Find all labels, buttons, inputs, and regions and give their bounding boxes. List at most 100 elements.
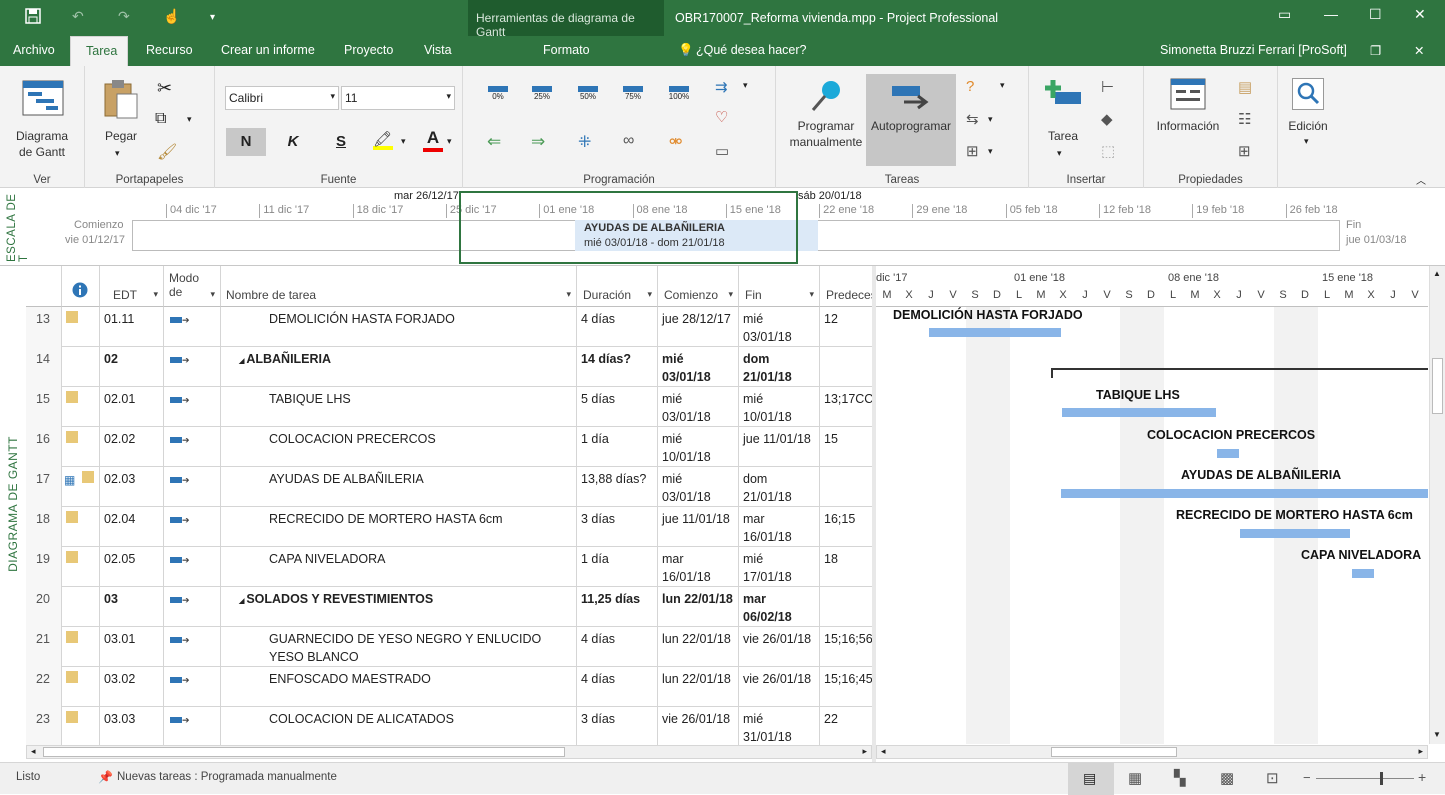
mode-cell[interactable]: ➔: [164, 507, 221, 547]
highlight-color-icon[interactable]: 🖍: [373, 130, 397, 154]
predecessors-cell[interactable]: [820, 587, 872, 627]
finish-cell[interactable]: vie 26/01/18: [739, 627, 820, 667]
row-id[interactable]: 17: [26, 467, 62, 507]
table-row[interactable]: 16 02.02 ➔ COLOCACION PRECERCOS 1 día mié 10/…: [26, 427, 872, 467]
copy-icon[interactable]: ⧉: [155, 110, 166, 128]
start-cell[interactable]: mié 03/01/18: [658, 387, 739, 427]
row-id[interactable]: 21: [26, 627, 62, 667]
details-icon[interactable]: ☷: [1238, 110, 1251, 128]
task-name-cell[interactable]: RECRECIDO DE MORTERO HASTA 6cm: [221, 507, 577, 547]
notes-icon[interactable]: ▤: [1238, 78, 1252, 96]
finish-cell[interactable]: mié 31/01/18: [739, 707, 820, 747]
resource-sheet-shortcut-icon[interactable]: ▩: [1220, 769, 1234, 787]
row-id[interactable]: 15: [26, 387, 62, 427]
indicators-cell[interactable]: [62, 547, 100, 587]
pct-100-icon[interactable]: 100%: [666, 86, 692, 108]
auto-schedule-button[interactable]: Autoprogramar: [866, 74, 956, 166]
new-tasks-mode[interactable]: Nuevas tareas : Programada manualmente: [117, 771, 337, 783]
finish-cell[interactable]: mié 17/01/18: [739, 547, 820, 587]
highlight-dropdown-icon[interactable]: ▾: [401, 136, 406, 147]
edt-cell[interactable]: 03.03: [100, 707, 164, 747]
finish-cell[interactable]: dom 21/01/18: [739, 467, 820, 507]
sheet-horizontal-scrollbar[interactable]: ◂ ▸: [26, 745, 872, 759]
start-cell[interactable]: mié 03/01/18: [658, 347, 739, 387]
zoom-slider[interactable]: [1316, 778, 1414, 779]
mode-cell[interactable]: ➔: [164, 667, 221, 707]
edt-cell[interactable]: 02.04: [100, 507, 164, 547]
duration-cell[interactable]: 4 días: [577, 667, 658, 707]
report-shortcut-icon[interactable]: ⊡: [1266, 769, 1279, 787]
duration-cell[interactable]: 13,88 días?: [577, 467, 658, 507]
font-color-dropdown-icon[interactable]: ▾: [447, 136, 452, 147]
indicators-cell[interactable]: [62, 387, 100, 427]
start-cell[interactable]: mar 16/01/18: [658, 547, 739, 587]
add-timeline-icon[interactable]: ⊞: [1238, 142, 1251, 160]
indicators-cell[interactable]: [62, 507, 100, 547]
table-row[interactable]: 22 03.02 ➔ ENFOSCADO MAESTRADO 4 días lun 22/…: [26, 667, 872, 707]
summary-bar[interactable]: [1051, 368, 1428, 370]
zoom-out-icon[interactable]: −: [1303, 770, 1311, 785]
editing-dropdown-icon[interactable]: ▾: [1304, 136, 1309, 147]
zoom-slider-thumb[interactable]: [1380, 772, 1383, 785]
mode-cell[interactable]: ➔: [164, 347, 221, 387]
outdent-icon[interactable]: ⇐: [487, 132, 501, 152]
duration-cell[interactable]: 1 día: [577, 547, 658, 587]
mode-header[interactable]: Modo de ▾: [164, 266, 221, 307]
deliverable-icon[interactable]: ⬚: [1101, 142, 1115, 160]
maximize-icon[interactable]: ☐: [1369, 6, 1382, 23]
start-cell[interactable]: jue 11/01/18: [658, 507, 739, 547]
indicators-cell[interactable]: [62, 427, 100, 467]
move-task-icon[interactable]: ⇆: [966, 110, 979, 128]
gantt-task-bar[interactable]: [929, 328, 1061, 337]
select-all-corner[interactable]: [26, 266, 62, 307]
touch-mode-icon[interactable]: ☝: [163, 8, 180, 25]
task-name-cell[interactable]: ENFOSCADO MAESTRADO: [221, 667, 577, 707]
mode-cell[interactable]: ➔: [164, 427, 221, 467]
task-name-header[interactable]: Nombre de tarea ▾: [221, 266, 577, 307]
indicators-cell[interactable]: [62, 707, 100, 747]
edt-cell[interactable]: 02.01: [100, 387, 164, 427]
cut-icon[interactable]: ✂: [157, 78, 172, 99]
task-name-cell[interactable]: ◢ SOLADOS Y REVESTIMIENTOS: [221, 587, 577, 627]
font-name-select[interactable]: Calibri ▾: [225, 86, 339, 110]
minimize-icon[interactable]: —: [1324, 6, 1338, 22]
close-icon[interactable]: ✕: [1414, 6, 1426, 23]
timeline[interactable]: ESCALA DE T Comienzo vie 01/12/17 Fin ju…: [0, 188, 1445, 266]
mode-cell[interactable]: ➔: [164, 387, 221, 427]
table-row[interactable]: 17 ▦ 02.03 ➔ AYUDAS DE ALBAÑILERIA 13,88 días…: [26, 467, 872, 507]
row-id[interactable]: 22: [26, 667, 62, 707]
task-name-cell[interactable]: DEMOLICIÓN HASTA FORJADO: [221, 307, 577, 347]
tab-vista[interactable]: Vista: [424, 43, 452, 57]
task-name-cell[interactable]: AYUDAS DE ALBAÑILERIA: [221, 467, 577, 507]
task-name-cell[interactable]: CAPA NIVELADORA: [221, 547, 577, 587]
gantt-chart[interactable]: dic '17 01 ene '18 08 ene '18 15 ene '18 M X…: [876, 266, 1428, 744]
table-row[interactable]: 14 02 ➔ ◢ ALBAÑILERIA 14 días? mié 03/01/18 do…: [26, 347, 872, 387]
mode-cell[interactable]: ➔: [164, 627, 221, 667]
start-cell[interactable]: mié 03/01/18: [658, 467, 739, 507]
predecessors-cell[interactable]: [820, 467, 872, 507]
mode-cell[interactable]: ➔: [164, 467, 221, 507]
user-name[interactable]: Simonetta Bruzzi Ferrari [ProSoft]: [1160, 43, 1347, 57]
edt-cell[interactable]: 02.02: [100, 427, 164, 467]
start-cell[interactable]: lun 22/01/18: [658, 667, 739, 707]
customize-qat-icon[interactable]: ▾: [210, 12, 215, 23]
task-name-cell[interactable]: TABIQUE LHS: [221, 387, 577, 427]
table-row[interactable]: 15 02.01 ➔ TABIQUE LHS 5 días mié 03/01/18 mié…: [26, 387, 872, 427]
table-row[interactable]: 19 02.05 ➔ CAPA NIVELADORA 1 día mar 16/01/18…: [26, 547, 872, 587]
row-id[interactable]: 14: [26, 347, 62, 387]
start-header[interactable]: Comienzo ▾: [658, 266, 739, 307]
edt-cell[interactable]: 03: [100, 587, 164, 627]
gantt-task-bar[interactable]: [1062, 408, 1216, 417]
duration-cell[interactable]: 14 días?: [577, 347, 658, 387]
help-search[interactable]: ¿Qué desea hacer?: [696, 43, 807, 57]
predecessors-cell[interactable]: 13;17CC: [820, 387, 872, 427]
indicators-cell[interactable]: [62, 627, 100, 667]
inspect-icon[interactable]: ?: [966, 78, 974, 95]
inspect-dropdown-icon[interactable]: ▾: [1000, 80, 1005, 91]
predecessors-cell[interactable]: 16;15: [820, 507, 872, 547]
finish-cell[interactable]: jue 11/01/18: [739, 427, 820, 467]
row-id[interactable]: 13: [26, 307, 62, 347]
insert-task-dropdown-icon[interactable]: ▾: [1057, 148, 1062, 159]
paste-button[interactable]: Pegar: [99, 128, 143, 144]
bold-button[interactable]: N: [226, 128, 266, 156]
